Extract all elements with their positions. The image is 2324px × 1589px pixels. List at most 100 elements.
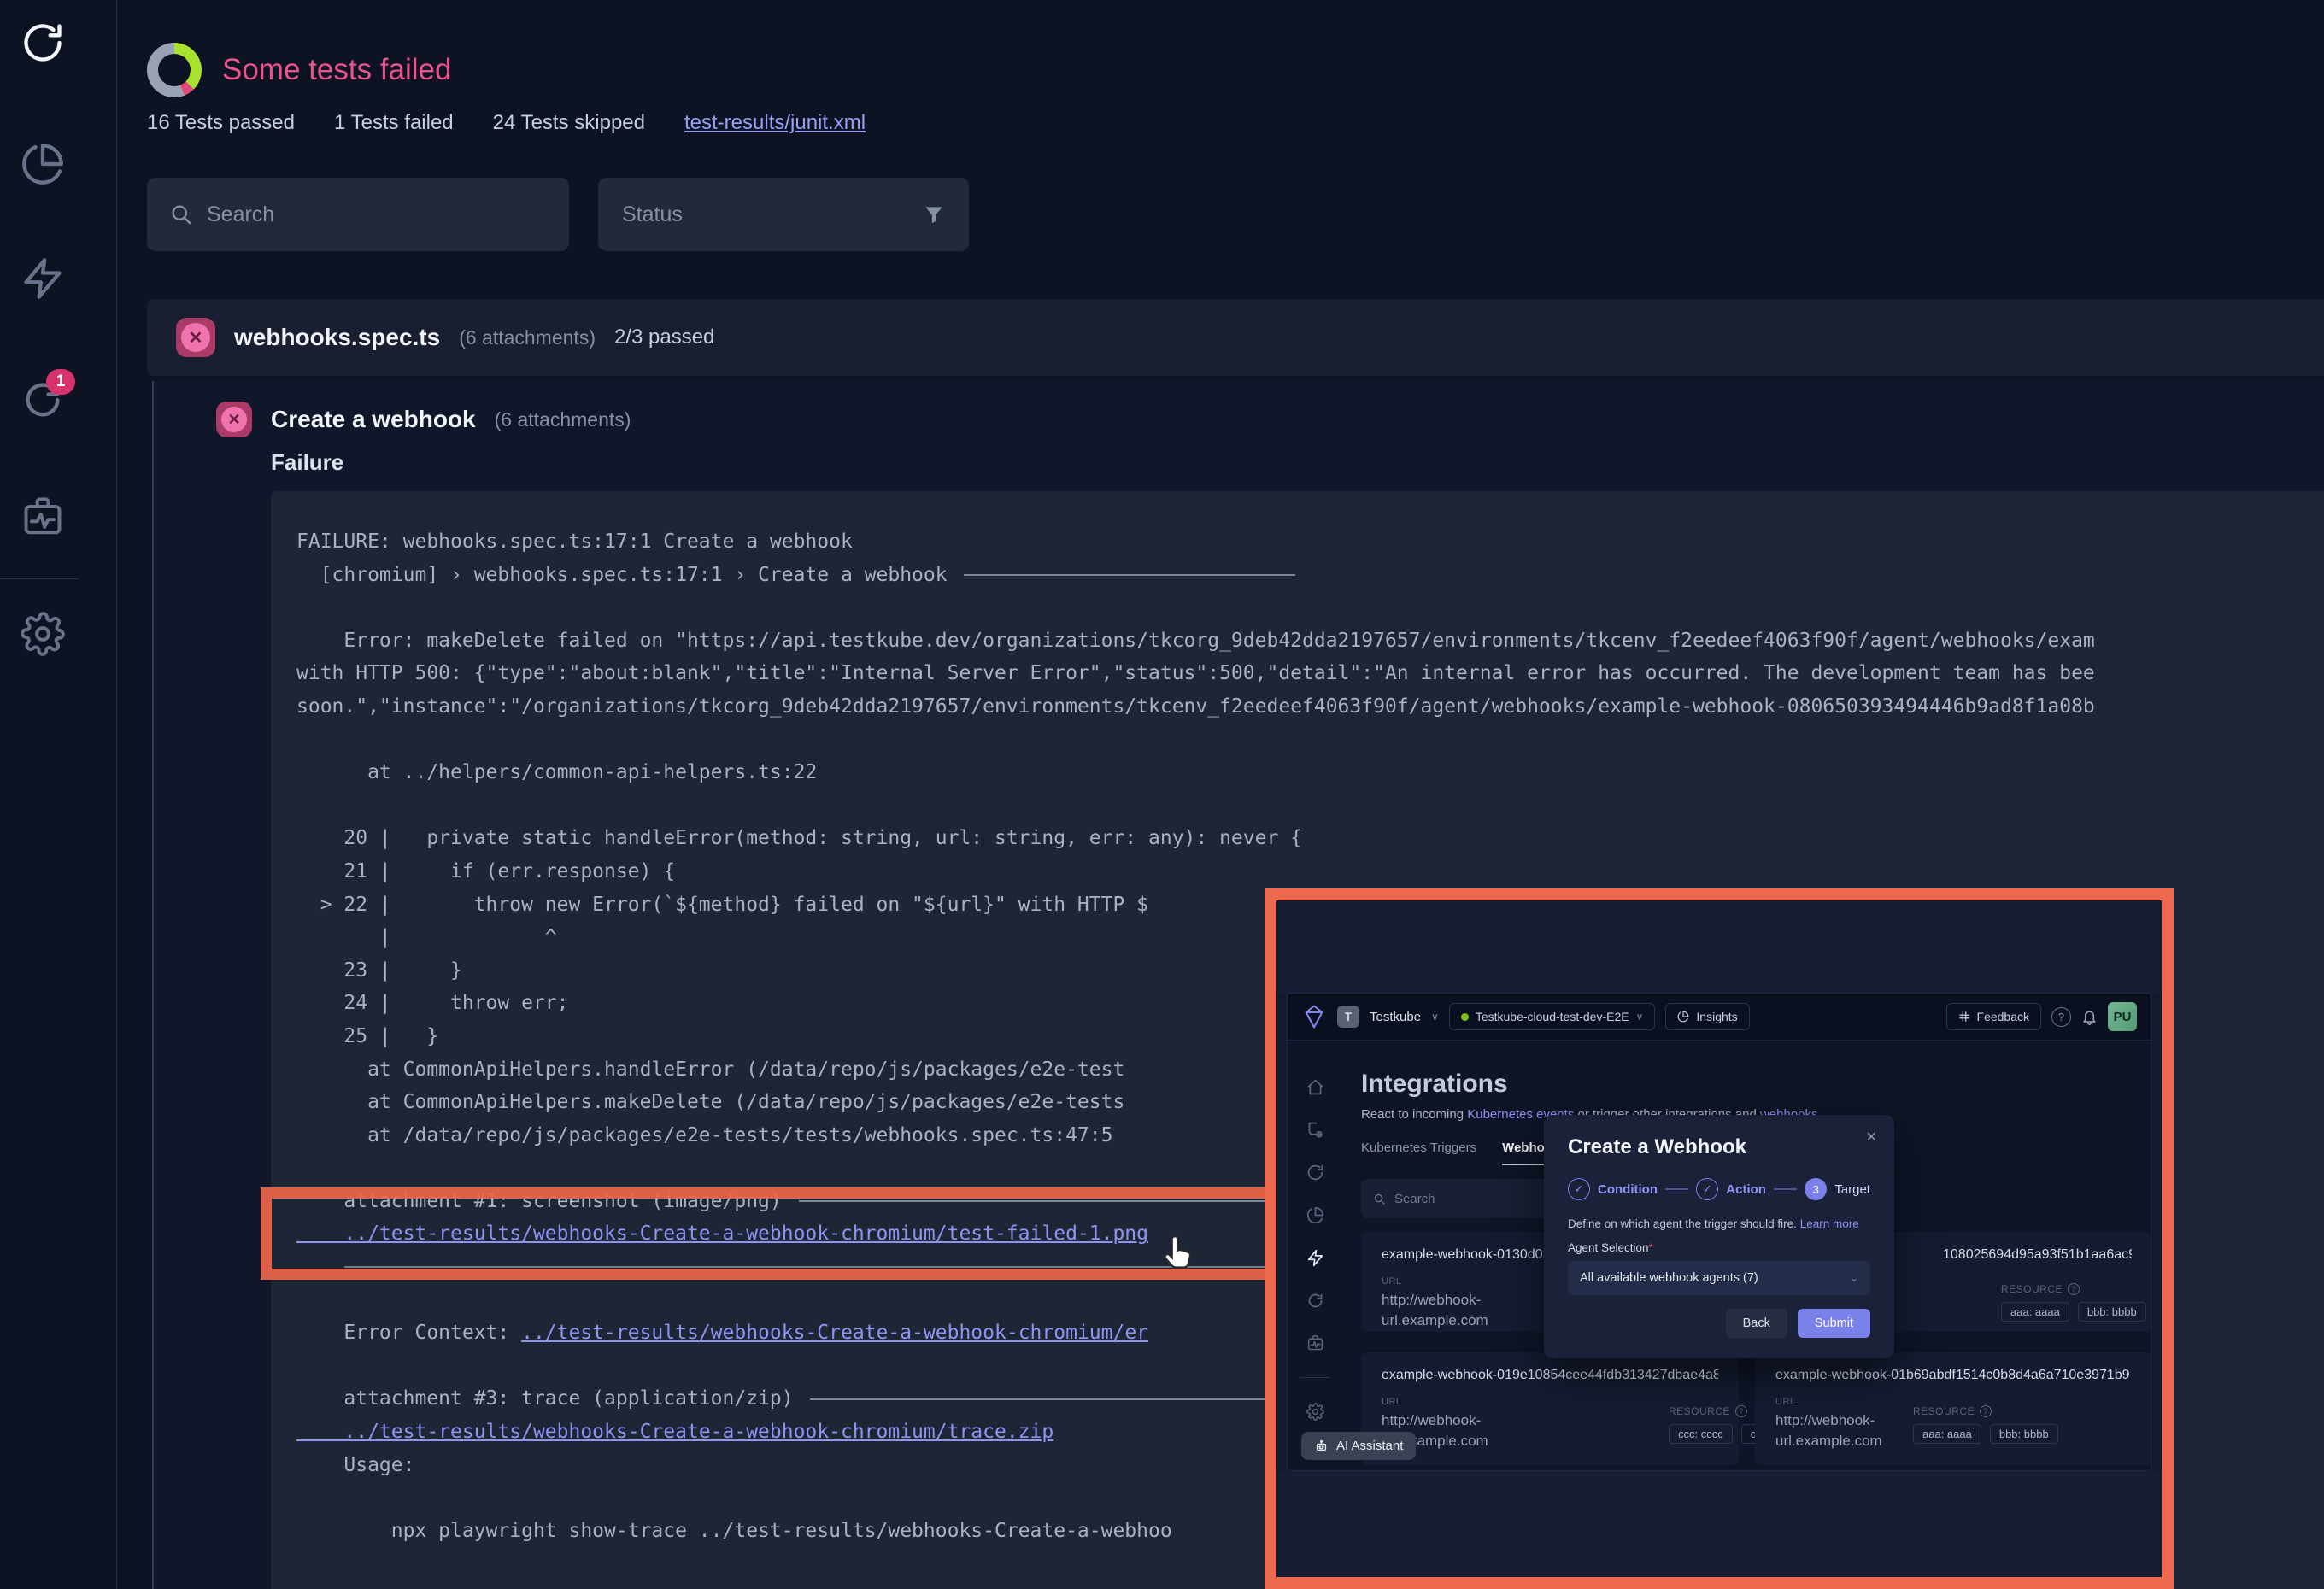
url-label: URL xyxy=(1382,1397,1518,1407)
step-condition-label: Condition xyxy=(1598,1182,1658,1197)
filter-funnel-icon xyxy=(923,203,945,226)
env-status-dot xyxy=(1461,1013,1469,1021)
retries-icon[interactable]: 1 xyxy=(21,378,65,422)
sidebar-divider xyxy=(1300,1377,1330,1378)
stepper-line xyxy=(1665,1188,1688,1190)
trace-attachment-link[interactable]: ../test-results/webhooks-Create-a-webhoo… xyxy=(296,1416,1053,1449)
info-icon: ? xyxy=(2068,1283,2080,1295)
status-filter[interactable]: Status xyxy=(598,178,969,251)
failure-line: FAILURE: webhooks.spec.ts:17:1 Create a … xyxy=(296,525,853,559)
resource-label: RESOURCE xyxy=(2001,1283,2063,1295)
testkube-topbar: T Testkube ∨ Testkube-cloud-test-dev-E2E… xyxy=(1288,994,2151,1041)
report-header: Some tests failed xyxy=(147,43,451,97)
test-attachments: (6 attachments) xyxy=(495,408,631,431)
close-icon: ✕ xyxy=(1866,1129,1877,1146)
user-avatar: PU xyxy=(2108,1002,2137,1031)
code-line: 21 | if (err.response) { xyxy=(296,855,675,888)
insights-icon xyxy=(1677,1011,1689,1023)
slack-icon xyxy=(1958,1011,1970,1023)
back-button: Back xyxy=(1726,1309,1787,1338)
attachment-line: attachment #1: screenshot (image/png) xyxy=(296,1185,794,1218)
code-line: 20 | private static handleError(method: … xyxy=(296,822,1302,855)
triggers-icon xyxy=(1306,1121,1324,1139)
activity-monitor-icon xyxy=(1306,1334,1324,1352)
stack-line: at /data/repo/js/packages/e2e-tests/test… xyxy=(296,1119,1112,1152)
agent-label-text: Agent Selection xyxy=(1568,1241,1649,1254)
resource-label: RESOURCE xyxy=(1913,1405,1975,1417)
chevron-down-icon: ∨ xyxy=(1636,1011,1644,1023)
environment-selector: Testkube-cloud-test-dev-E2E ∨ xyxy=(1449,1003,1656,1030)
stat-failed: 1 Tests failed xyxy=(334,111,454,135)
result-donut xyxy=(147,43,202,97)
failure-line: soon.","instance":"/organizations/tkcorg… xyxy=(296,690,2095,724)
submit-button: Submit xyxy=(1798,1309,1870,1338)
error-context-label: Error Context: xyxy=(296,1316,521,1350)
stats-row: 16 Tests passed 1 Tests failed 24 Tests … xyxy=(147,111,866,135)
rule-line xyxy=(344,1266,1344,1268)
description-text: Define on which agent the trigger should… xyxy=(1568,1217,1797,1230)
refresh-icon xyxy=(1306,1164,1324,1181)
test-file-row[interactable]: ✕ webhooks.spec.ts (6 attachments) 2/3 p… xyxy=(147,299,2324,376)
settings-gear-icon[interactable] xyxy=(21,612,65,656)
retries-badge: 1 xyxy=(46,369,75,395)
failure-line: Error: makeDelete failed on "https://api… xyxy=(296,624,2095,658)
subtitle-text: React to incoming xyxy=(1361,1107,1467,1122)
pie-chart-icon[interactable] xyxy=(21,142,65,186)
usage-line: Usage: xyxy=(296,1449,414,1482)
chevron-down-icon: ⌄ xyxy=(1850,1272,1858,1284)
attachment-line: attachment #3: trace (application/zip) xyxy=(296,1382,805,1416)
webhook-card: example-webhook-019e10854cee44fdb313427d… xyxy=(1361,1352,1739,1465)
test-name: Create a webhook xyxy=(271,406,476,433)
file-name: webhooks.spec.ts xyxy=(234,324,440,351)
webhook-name: example-webhook-019e10854cee44fdb313427d… xyxy=(1382,1368,1718,1383)
failure-line: at ../helpers/common-api-helpers.ts:22 xyxy=(296,756,817,789)
org-avatar: T xyxy=(1337,1006,1359,1028)
webhook-url: http://webhook-url.example.com xyxy=(1382,1290,1518,1331)
step-action-label: Action xyxy=(1726,1182,1766,1197)
stat-skipped: 24 Tests skipped xyxy=(493,111,645,135)
lightning-icon xyxy=(1306,1249,1324,1267)
testkube-sidebar xyxy=(1288,1041,1342,1470)
code-line: | ^ xyxy=(296,921,557,954)
failure-line: with HTTP 500: {"type":"about:blank","ti… xyxy=(296,657,2095,690)
insights-label: Insights xyxy=(1696,1010,1737,1023)
activity-monitor-icon[interactable] xyxy=(21,495,65,540)
stepper-line xyxy=(1774,1188,1797,1190)
code-line: > 22 | throw new Error(`${method} failed… xyxy=(296,888,1148,922)
resource-tag: ccc: cccc xyxy=(1669,1424,1733,1444)
test-case-row[interactable]: ✕ Create a webhook (6 attachments) xyxy=(216,402,631,437)
info-icon: ? xyxy=(1735,1405,1747,1417)
refresh-icon[interactable] xyxy=(21,21,65,65)
resource-label: RESOURCE xyxy=(1669,1405,1730,1417)
ai-assistant-button: AI Assistant xyxy=(1301,1432,1416,1460)
resource-tag: bbb: bbbb xyxy=(2078,1302,2146,1322)
dialog-title: Create a Webhook xyxy=(1568,1135,1870,1159)
file-passed-count: 2/3 passed xyxy=(614,325,714,349)
retries-icon xyxy=(1306,1292,1324,1310)
learn-more-link: Learn more xyxy=(1800,1217,1859,1230)
code-line: 23 | } xyxy=(296,954,462,988)
error-context-link[interactable]: ../test-results/webhooks-Create-a-webhoo… xyxy=(521,1316,1148,1350)
failed-status-icon: ✕ xyxy=(176,318,215,357)
webhook-url: http://webhook-url.example.com xyxy=(1775,1410,1912,1451)
agent-selection-dropdown: All available webhook agents (7) ⌄ xyxy=(1568,1261,1870,1295)
search-box[interactable] xyxy=(147,178,569,251)
screenshot-attachment-link[interactable]: ../test-results/webhooks-Create-a-webhoo… xyxy=(296,1217,1148,1251)
step-number-badge: 3 xyxy=(1805,1178,1827,1200)
code-line: 25 | } xyxy=(296,1020,438,1053)
org-name: Testkube xyxy=(1370,1010,1421,1024)
search-input[interactable] xyxy=(207,202,547,227)
feedback-button: Feedback xyxy=(1946,1003,2041,1030)
junit-link[interactable]: test-results/junit.xml xyxy=(684,111,866,135)
search-placeholder: Search xyxy=(1394,1192,1435,1206)
ai-assistant-label: AI Assistant xyxy=(1336,1439,1403,1453)
insights-button: Insights xyxy=(1665,1003,1749,1030)
failure-line: [chromium] › webhooks.spec.ts:17:1 › Cre… xyxy=(296,559,959,592)
file-attachments: (6 attachments) xyxy=(459,326,596,349)
screenshot-preview: T Testkube ∨ Testkube-cloud-test-dev-E2E… xyxy=(1265,888,2174,1589)
stack-line: at CommonApiHelpers.makeDelete (/data/re… xyxy=(296,1086,1124,1119)
integrations-title: Integrations xyxy=(1361,1070,2151,1099)
sidebar-divider xyxy=(0,578,79,579)
testkube-app-window: T Testkube ∨ Testkube-cloud-test-dev-E2E… xyxy=(1287,993,2151,1471)
lightning-icon[interactable] xyxy=(21,256,65,301)
